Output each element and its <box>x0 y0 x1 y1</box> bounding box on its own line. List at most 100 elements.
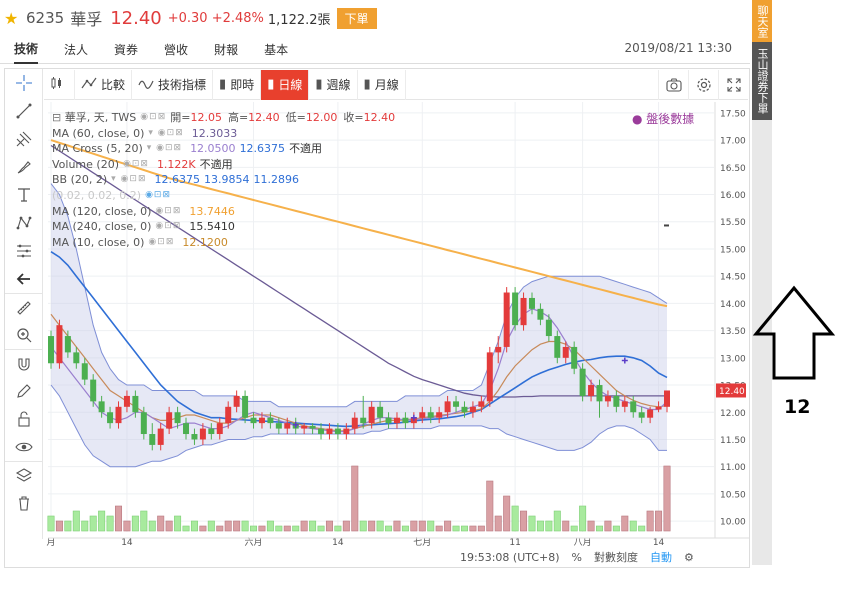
candle-body <box>393 417 400 424</box>
status-time: 19:53:08 (UTC+8) <box>460 550 560 564</box>
sar-label: (0.02, 0.02, 0.2) <box>52 188 142 202</box>
y-axis-tick-label: 16.50 <box>720 164 746 174</box>
candle-body <box>183 423 190 435</box>
candle-body <box>647 409 654 418</box>
volume-bar <box>562 520 570 532</box>
candle-body <box>486 352 493 402</box>
candle-body <box>233 395 240 407</box>
auto-scale-toggle[interactable]: 自動 <box>650 549 672 565</box>
volume-bar <box>157 515 165 532</box>
bb-controls[interactable]: ▾ ◉⊡⊠ <box>111 172 146 188</box>
statusbar-gear-icon[interactable]: ⚙ <box>684 551 694 564</box>
candle-body <box>453 401 460 407</box>
ma120-controls[interactable]: ◉⊡⊠ <box>155 204 181 220</box>
y-axis-tick-label: 17.00 <box>720 137 746 147</box>
candle-body <box>174 412 181 424</box>
candle-body <box>385 417 392 424</box>
candle-body <box>655 406 662 410</box>
legend-symbol: 華孚, 天, TWS <box>64 111 137 124</box>
candle-body <box>351 417 358 429</box>
candle-body <box>478 401 485 407</box>
volume-bar <box>300 520 308 532</box>
volume-bar <box>401 525 409 532</box>
candle-body <box>579 368 586 396</box>
volume-bar <box>174 515 182 532</box>
candle-body <box>250 417 257 424</box>
last-price-label: 12.40 <box>719 387 745 397</box>
candle-body <box>638 412 645 418</box>
volume-bar <box>292 525 300 532</box>
volume-bar <box>55 520 63 532</box>
candle-body <box>528 297 535 309</box>
legend-ohlc: ⊟ 華孚, 天, TWS ◉⊡⊠ 開= 12.05 高= 12.40 低= 12.00… <box>52 110 396 126</box>
y-axis-tick-label: 12.00 <box>720 409 746 419</box>
candle-body <box>132 395 139 413</box>
open-value: 12.05 <box>190 111 222 124</box>
candle-body <box>596 385 603 402</box>
candle-body <box>123 395 130 407</box>
candle-body <box>275 423 282 429</box>
candle-body <box>318 428 325 435</box>
volume-bar <box>435 525 443 532</box>
low-value: 12.00 <box>305 111 338 124</box>
volume-bar <box>595 525 603 532</box>
volume-bar <box>444 520 452 532</box>
chart-statusbar: 19:53:08 (UTC+8) % 對數刻度 自動 ⚙ <box>460 547 750 567</box>
volume-bar <box>452 525 460 532</box>
legend-sar: (0.02, 0.02, 0.2) ◉⊡⊠ <box>52 188 652 204</box>
volume-bar <box>427 520 435 532</box>
legend-ma120: MA (120, close, 0) ◉⊡⊠ 13.7446 <box>52 204 652 220</box>
candle-body <box>64 336 71 353</box>
legend-ma240: MA (240, close, 0) ◉⊡⊠ 15.5410 <box>52 219 652 235</box>
y-axis-tick-label: 13.00 <box>720 354 746 364</box>
candle-body <box>621 401 628 407</box>
volume-bar <box>148 520 156 532</box>
candle-body <box>402 417 409 424</box>
candle-body <box>461 406 468 413</box>
candle-body <box>343 428 350 435</box>
volume-bar <box>477 525 485 532</box>
volume-bar <box>638 525 646 532</box>
candle-body <box>537 308 544 320</box>
candle-body <box>115 406 122 424</box>
volume-bar <box>604 520 612 532</box>
candle-body <box>520 297 527 326</box>
candle-body <box>436 412 443 418</box>
volume-bar <box>494 515 502 532</box>
volume-bar <box>89 515 97 532</box>
volume-bar <box>131 515 139 532</box>
candle-body <box>56 325 63 364</box>
ma60-label: MA (60, close, 0) <box>52 126 145 140</box>
high-value: 12.40 <box>248 111 280 124</box>
volume-bar <box>393 520 401 532</box>
after-hours-label[interactable]: ● 盤後數據 <box>632 110 694 127</box>
volume-bar <box>486 480 494 532</box>
candle-body <box>48 336 54 364</box>
y-axis-tick-label: 15.00 <box>720 245 746 255</box>
log-scale-toggle[interactable]: 對數刻度 <box>594 549 638 565</box>
ma10-controls[interactable]: ◉⊡⊠ <box>148 235 174 251</box>
percent-toggle[interactable]: % <box>572 551 582 564</box>
ma60-controls[interactable]: ▾ ◉⊡⊠ <box>148 126 183 142</box>
candle-body <box>301 425 308 429</box>
volume-bar <box>663 465 671 532</box>
ma240-controls[interactable]: ◉⊡⊠ <box>155 219 181 235</box>
candle-body <box>216 423 223 435</box>
macross-controls[interactable]: ▾ ◉⊡⊠ <box>147 141 182 157</box>
candle-body <box>630 401 637 413</box>
macross-value-3: 不適用 <box>289 142 323 156</box>
volume-bar <box>376 520 384 532</box>
volume-controls[interactable]: ◉⊡⊠ <box>123 157 149 173</box>
candle-body <box>191 434 198 440</box>
volume-bar <box>469 525 477 532</box>
legend-controls[interactable]: ◉⊡⊠ <box>140 110 166 126</box>
candle-body <box>208 428 215 435</box>
bb-value-3: 11.2896 <box>253 173 300 187</box>
volume-bar <box>233 520 241 532</box>
y-axis-tick-label: 11.50 <box>720 436 746 446</box>
volume-bar <box>72 510 80 532</box>
price-chart[interactable]: 17.50 17.00 16.50 16.00 15.50 15.00 14.50 14.00… <box>0 0 850 595</box>
candle-body <box>503 292 510 347</box>
volume-bar <box>325 520 333 532</box>
sar-controls[interactable]: ◉⊡⊠ <box>145 188 171 204</box>
